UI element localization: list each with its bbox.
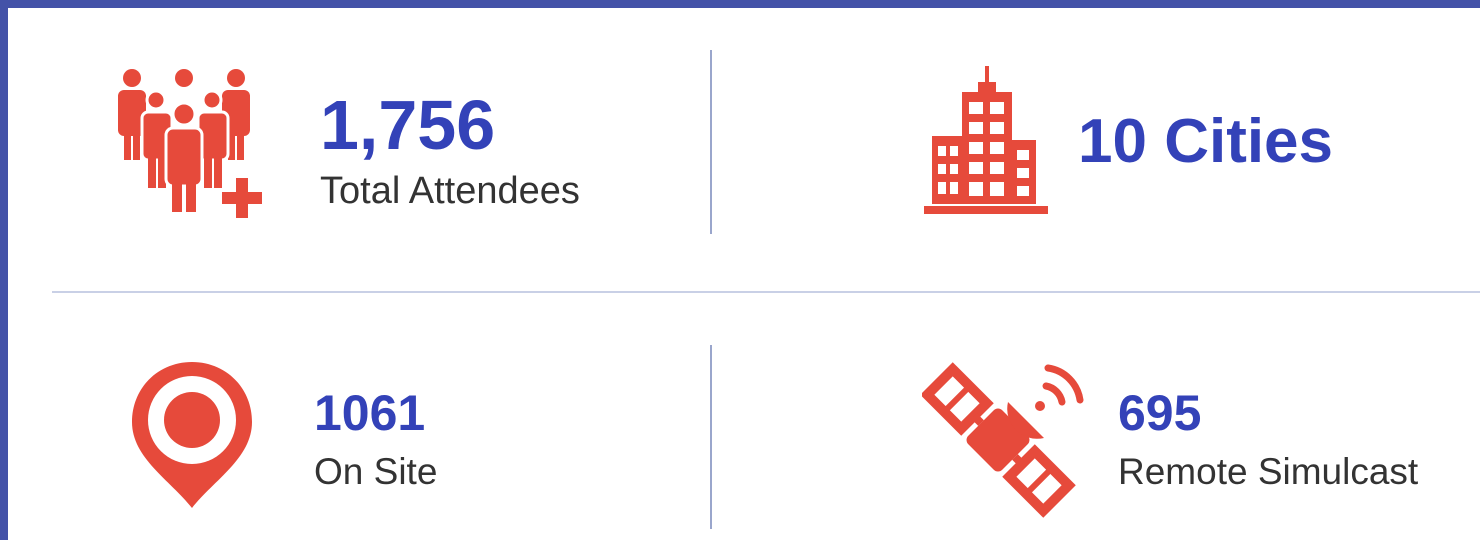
satellite-icon bbox=[922, 358, 1084, 518]
remote-simulcast-value: 695 bbox=[1118, 385, 1202, 441]
cities-value: 10 Cities bbox=[1078, 107, 1334, 176]
on-site-value: 1061 bbox=[314, 385, 426, 441]
horizontal-divider bbox=[52, 291, 1480, 293]
remote-simulcast-label: Remote Simulcast bbox=[1118, 451, 1419, 492]
vertical-divider-top bbox=[710, 50, 712, 234]
location-pin-icon bbox=[130, 360, 254, 512]
stats-card: 1,756 Total Attendees 10 Cities 1061 On … bbox=[0, 0, 1480, 540]
on-site-label: On Site bbox=[314, 451, 438, 492]
total-attendees-value: 1,756 bbox=[320, 86, 496, 164]
city-buildings-icon bbox=[924, 66, 1050, 218]
people-plus-icon bbox=[114, 66, 274, 222]
vertical-divider-bottom bbox=[710, 345, 712, 529]
total-attendees-label: Total Attendees bbox=[320, 170, 580, 212]
